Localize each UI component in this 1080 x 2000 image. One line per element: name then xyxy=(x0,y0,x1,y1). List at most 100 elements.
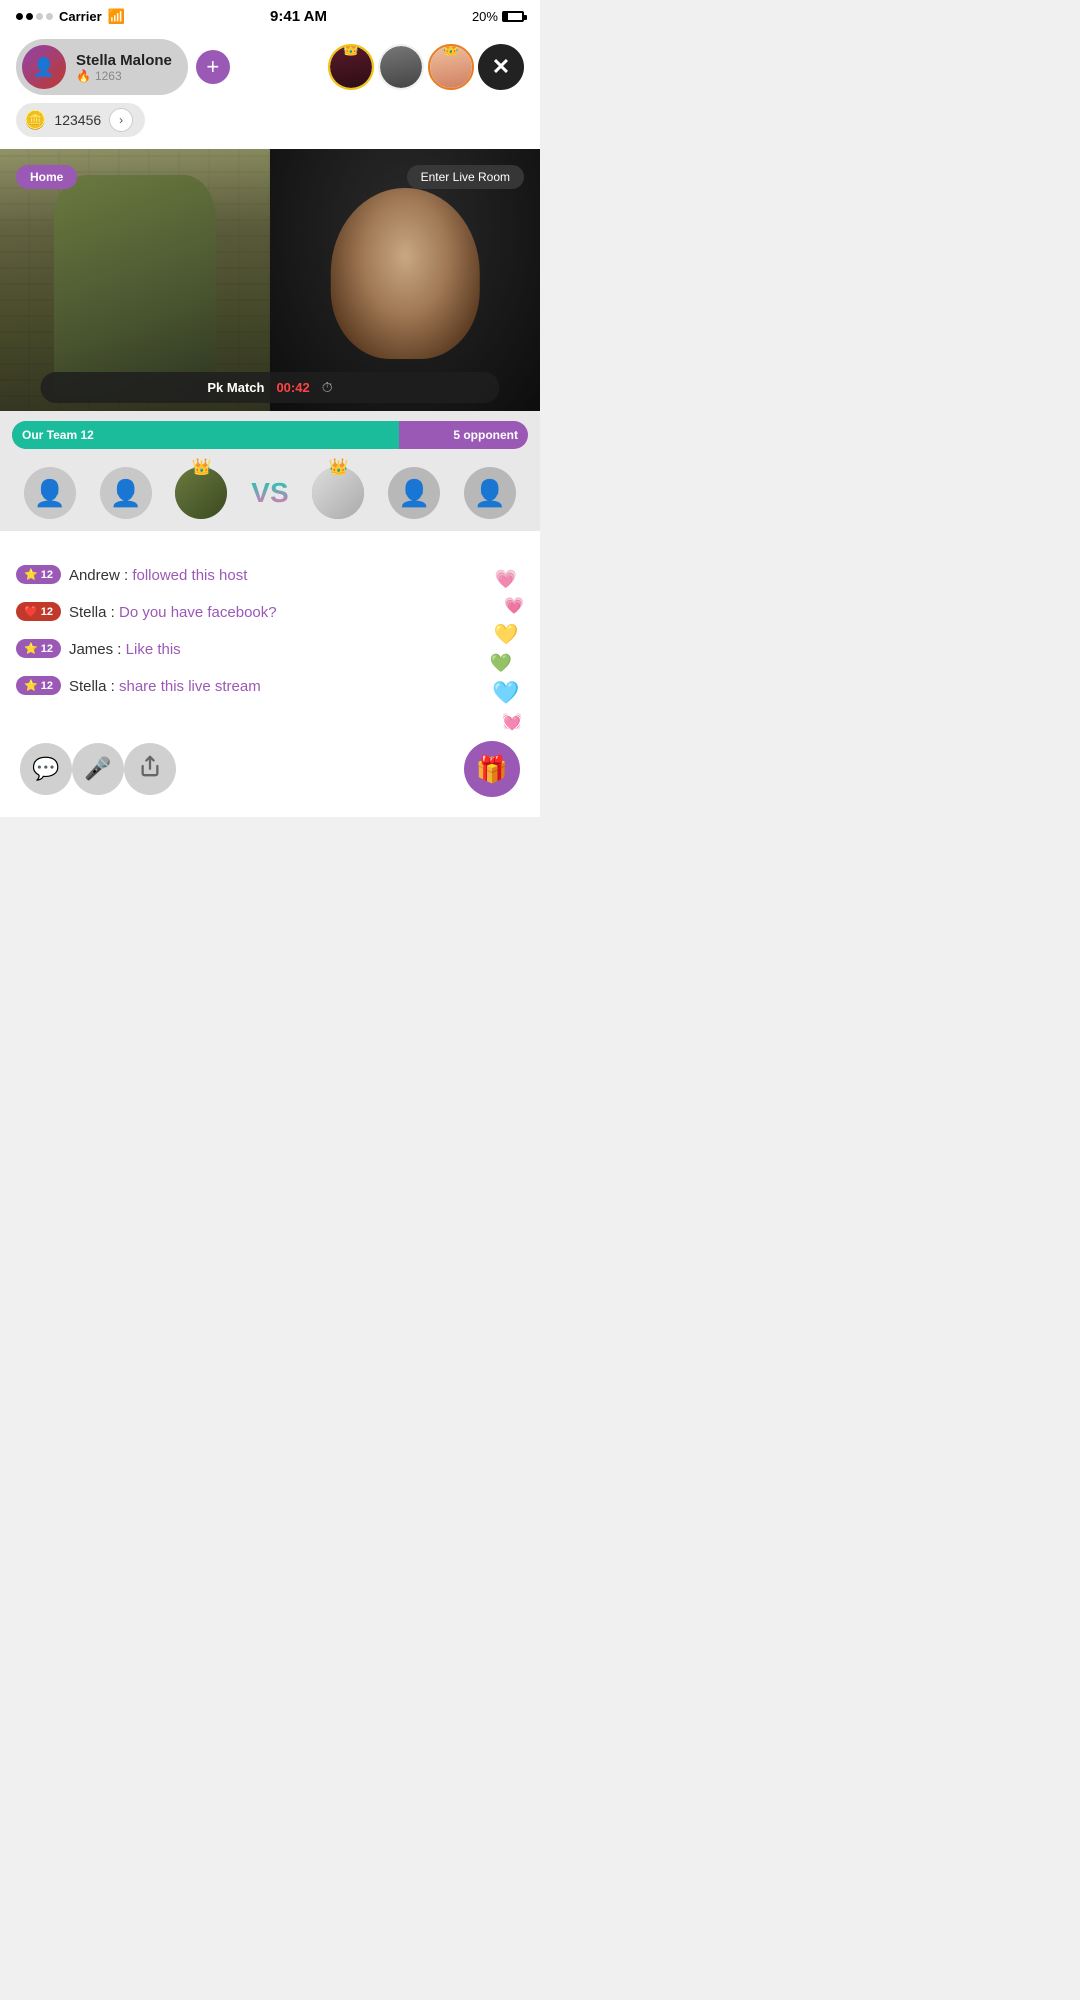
pk-clock-icon: ⏱ xyxy=(322,379,333,396)
badge-star-icon-1: ⭐ xyxy=(24,568,38,581)
vs-badge: VS xyxy=(251,477,288,509)
enter-live-badge[interactable]: Enter Live Room xyxy=(407,165,524,189)
team-avatar-2: 👤 xyxy=(100,467,152,519)
badge-heart-icon-2: ❤️ xyxy=(24,605,38,618)
chat-sep-3: : xyxy=(113,641,126,658)
battery-percent: 20% xyxy=(472,9,498,24)
person-icon-1: 👤 xyxy=(34,478,66,509)
carrier-label: Carrier xyxy=(59,9,102,24)
mic-button[interactable]: 🎤 xyxy=(72,743,124,795)
opponent-avatar-2: 👤 xyxy=(388,467,440,519)
profile-card: 👤 Stella Malone 🔥 1263 xyxy=(16,39,188,95)
gift-button[interactable]: 🎁 xyxy=(464,741,520,797)
chat-message-4: ⭐ 12 Stella : share this live stream xyxy=(16,676,524,697)
chat-msg-4: share this live stream xyxy=(119,678,261,695)
mini-avatar-2[interactable] xyxy=(378,44,424,90)
profile-area: 👤 Stella Malone 🔥 1263 + 👑 xyxy=(0,29,540,149)
chat-msg-1: followed this host xyxy=(132,567,247,584)
chat-username-3: James xyxy=(69,641,113,658)
coin-icon: 🪙 xyxy=(24,110,46,131)
badge-num-4: 12 xyxy=(41,680,53,692)
bottom-toolbar: 💬 🎤 🎁 xyxy=(0,729,540,817)
mini-avatar-3[interactable]: 👑 xyxy=(428,44,474,90)
crown-icon-1: 👑 xyxy=(342,44,359,57)
coins-value: 123456 xyxy=(54,112,101,128)
avatar-image: 👤 xyxy=(22,45,66,89)
mini-avatar-1[interactable]: 👑 xyxy=(328,44,374,90)
battery-fill xyxy=(504,13,508,20)
status-right: 20% xyxy=(472,9,524,24)
heart-6: 💓 xyxy=(502,712,522,732)
chat-username-4: Stella xyxy=(69,678,107,695)
score-our-team: Our Team 12 xyxy=(12,421,399,449)
chat-username-1: Andrew xyxy=(69,567,120,584)
chat-area: ⭐ 12 Andrew : followed this host ❤️ 12 S… xyxy=(0,549,540,729)
profile-left: 👤 Stella Malone 🔥 1263 + xyxy=(16,39,230,95)
flame-icon: 🔥 xyxy=(76,69,91,83)
badge-num-2: 12 xyxy=(41,606,53,618)
heart-4: 💚 xyxy=(490,653,512,674)
crown-icon-3: 👑 xyxy=(442,44,459,57)
pk-timer: 00:42 xyxy=(276,380,309,395)
signal-dots xyxy=(16,13,53,20)
home-badge[interactable]: Home xyxy=(16,165,77,189)
floating-hearts: 💗 💗 💛 💚 🩵 💓 xyxy=(488,569,524,732)
status-bar: Carrier 📶 9:41 AM 20% xyxy=(0,0,540,29)
chat-msg-2: Do you have facebook? xyxy=(119,604,277,621)
chat-button[interactable]: 💬 xyxy=(20,743,72,795)
badge-star-icon-4: ⭐ xyxy=(24,679,38,692)
person-icon-3: 👤 xyxy=(398,478,430,509)
chat-badge-2: ❤️ 12 xyxy=(16,602,61,621)
mic-icon: 🎤 xyxy=(84,756,111,782)
signal-dot-3 xyxy=(36,13,43,20)
badge-num-1: 12 xyxy=(41,569,53,581)
score-opponent: 5 opponent xyxy=(399,421,528,449)
chat-icon: 💬 xyxy=(32,756,59,782)
chat-message-2: ❤️ 12 Stella : Do you have facebook? xyxy=(16,602,524,623)
signal-dot-1 xyxy=(16,13,23,20)
chat-message-1: ⭐ 12 Andrew : followed this host xyxy=(16,565,524,586)
profile-info: Stella Malone 🔥 1263 xyxy=(76,52,172,83)
chat-sep-2: : xyxy=(106,604,119,621)
person-icon-4: 👤 xyxy=(474,478,506,509)
share-button[interactable] xyxy=(124,743,176,795)
mini-avatar-image-2 xyxy=(380,46,422,88)
chat-text-2: Stella : Do you have facebook? xyxy=(69,602,277,623)
heart-1: 💗 xyxy=(495,569,517,590)
chat-badge-1: ⭐ 12 xyxy=(16,565,61,584)
profile-avatars: 👑 👑 ✕ xyxy=(328,44,524,90)
opponent-avatar-host: 👑 xyxy=(312,467,364,519)
team-avatar-host: 👑 xyxy=(175,467,227,519)
wifi-icon: 📶 xyxy=(108,8,125,25)
signal-dot-2 xyxy=(26,13,33,20)
pk-label: Pk Match xyxy=(207,380,264,395)
time-label: 9:41 AM xyxy=(270,8,327,25)
close-button[interactable]: ✕ xyxy=(478,44,524,90)
avatars-row: 👤 👤 👑 VS 👑 👤 👤 xyxy=(0,459,540,531)
share-icon xyxy=(139,755,161,783)
opponent-crown-icon: 👑 xyxy=(328,457,348,477)
chat-username-2: Stella xyxy=(69,604,107,621)
profile-flames: 🔥 1263 xyxy=(76,69,172,83)
add-button[interactable]: + xyxy=(196,50,230,84)
team-avatar-1: 👤 xyxy=(24,467,76,519)
arrow-circle[interactable]: › xyxy=(109,108,133,132)
chat-badge-3: ⭐ 12 xyxy=(16,639,61,658)
coins-pill: 🪙 123456 › xyxy=(16,103,145,137)
pk-bar: Pk Match 00:42 ⏱ xyxy=(41,372,500,403)
profile-name: Stella Malone xyxy=(76,52,172,69)
person-icon-2: 👤 xyxy=(110,478,142,509)
heart-3: 💛 xyxy=(494,622,519,647)
chat-text-4: Stella : share this live stream xyxy=(69,676,261,697)
chat-badge-4: ⭐ 12 xyxy=(16,676,61,695)
host-crown-icon: 👑 xyxy=(192,457,212,477)
heart-5: 🩵 xyxy=(492,680,519,706)
heart-2: 💗 xyxy=(504,596,524,616)
gift-icon: 🎁 xyxy=(476,754,508,785)
profile-row: 👤 Stella Malone 🔥 1263 + 👑 xyxy=(16,39,524,95)
avatar: 👤 xyxy=(22,45,66,89)
battery-icon xyxy=(502,11,524,22)
score-bar: Our Team 12 5 opponent xyxy=(12,421,528,449)
chat-msg-3: Like this xyxy=(126,641,181,658)
spacer xyxy=(0,531,540,549)
